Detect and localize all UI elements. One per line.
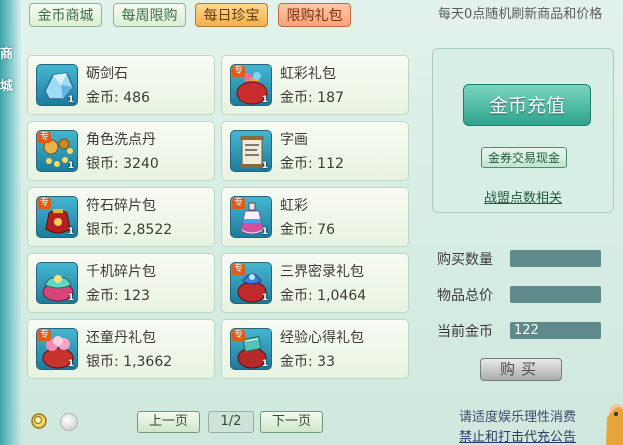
item-price: 银币: 3240: [86, 156, 159, 172]
item-name: 还童丹礼包: [86, 330, 156, 346]
item-card[interactable]: 专 1 还童丹礼包 银币: 1,3662: [27, 319, 215, 379]
item-card[interactable]: 专 1 经验心得礼包 金币: 33: [221, 319, 409, 379]
item-name: 砺剑石: [86, 66, 128, 82]
item-card[interactable]: 专 1 角色洗点丹 银币: 3240: [27, 121, 215, 181]
item-name: 千机碎片包: [86, 264, 156, 280]
item-quantity: 1: [67, 95, 74, 105]
anti-proxy-recharge-link[interactable]: 禁止和打击代充公告: [459, 426, 576, 445]
current-gold-label: 当前金币: [437, 324, 493, 340]
crystal-ore-icon: 1: [36, 64, 78, 106]
item-card[interactable]: 专 1 三界密录礼包 金币: 1,0464: [221, 253, 409, 313]
item-price: 银币: 2,8522: [86, 222, 173, 238]
item-quantity: 1: [261, 161, 268, 171]
item-price: 金币: 486: [86, 90, 150, 106]
golden-pills-icon: 专 1: [36, 130, 78, 172]
alliance-points-link[interactable]: 战盟点数相关: [484, 187, 562, 206]
current-gold-field: 122: [510, 322, 601, 339]
item-card[interactable]: 1 千机碎片包 金币: 123: [27, 253, 215, 313]
item-quantity: 1: [261, 95, 268, 105]
next-page-button[interactable]: 下一页: [260, 411, 323, 433]
item-quantity: 1: [261, 293, 268, 303]
lotus-bag-icon: 1: [36, 262, 78, 304]
item-card[interactable]: 1 砺剑石 金币: 486: [27, 55, 215, 115]
buy-button[interactable]: 购买: [480, 358, 562, 381]
side-panel-edge[interactable]: 商 城: [0, 0, 22, 445]
scroll-painting-icon: 1: [230, 130, 272, 172]
red-gift-bag-icon: 专 1: [230, 64, 272, 106]
item-card[interactable]: 1 字画 金币: 112: [221, 121, 409, 181]
item-name: 虹彩礼包: [280, 66, 336, 82]
red-pouch-icon: 专 1: [36, 196, 78, 238]
coupon-trade-cash-button[interactable]: 金券交易现金: [481, 147, 567, 168]
tab-gold-mall[interactable]: 金币商城: [29, 3, 102, 27]
exclusive-badge: 专: [232, 264, 246, 275]
item-price: 金币: 187: [280, 90, 344, 106]
exclusive-badge: 专: [232, 330, 246, 341]
recharge-panel: 金币充值 金券交易现金 战盟点数相关: [432, 48, 614, 213]
page-indicator: 1/2: [208, 411, 254, 433]
pink-gift-bag-icon: 专 1: [36, 328, 78, 370]
exclusive-badge: 专: [38, 198, 52, 209]
magnifier-icon[interactable]: [30, 412, 48, 430]
blue-gift-bag-icon: 专 1: [230, 262, 272, 304]
item-card[interactable]: 专 1 虹彩礼包 金币: 187: [221, 55, 409, 115]
exclusive-badge: 专: [232, 198, 246, 209]
item-name: 角色洗点丹: [86, 132, 156, 148]
item-name: 字画: [280, 132, 308, 148]
exclusive-badge: 专: [38, 132, 52, 143]
item-price: 金币: 112: [280, 156, 344, 172]
item-quantity: 1: [67, 227, 74, 237]
item-quantity: 1: [67, 359, 74, 369]
item-price: 金币: 76: [280, 222, 335, 238]
book-gift-bag-icon: 专 1: [230, 328, 272, 370]
item-card[interactable]: 专 1 虹彩 金币: 76: [221, 187, 409, 247]
gold-recharge-button[interactable]: 金币充值: [463, 84, 591, 126]
exclusive-badge: 专: [38, 330, 52, 341]
character-icon[interactable]: [604, 398, 623, 445]
healthy-gaming-notice: 请适度娱乐理性消费: [459, 410, 577, 425]
rainbow-bottle-icon: 专 1: [230, 196, 272, 238]
item-name: 虹彩: [280, 198, 308, 214]
item-card[interactable]: 专 1 符石碎片包 银币: 2,8522: [27, 187, 215, 247]
item-name: 三界密录礼包: [280, 264, 364, 280]
item-quantity: 1: [67, 161, 74, 171]
total-price-label: 物品总价: [437, 288, 493, 304]
item-name: 符石碎片包: [86, 198, 156, 214]
item-price: 金币: 33: [280, 354, 335, 370]
refresh-notice: 每天0点随机刷新商品和价格: [438, 7, 603, 22]
item-quantity: 1: [261, 227, 268, 237]
item-price: 金币: 123: [86, 288, 150, 304]
item-name: 经验心得礼包: [280, 330, 364, 346]
tab-weekly-limited[interactable]: 每周限购: [113, 3, 186, 27]
exclusive-badge: 专: [232, 66, 246, 77]
tab-daily-treasure[interactable]: 每日珍宝: [195, 3, 268, 27]
tab-limited-gift-pack[interactable]: 限购礼包: [278, 3, 351, 27]
side-char-2: 城: [0, 79, 14, 94]
total-price-field: [510, 286, 601, 303]
item-quantity: 1: [261, 359, 268, 369]
prev-page-button[interactable]: 上一页: [137, 411, 200, 433]
pearl-icon[interactable]: [60, 413, 78, 431]
item-price: 银币: 1,3662: [86, 354, 173, 370]
quantity-field[interactable]: [510, 250, 601, 267]
quantity-label: 购买数量: [437, 252, 493, 268]
item-price: 金币: 1,0464: [280, 288, 367, 304]
side-char-1: 商: [0, 47, 14, 62]
item-quantity: 1: [67, 293, 74, 303]
